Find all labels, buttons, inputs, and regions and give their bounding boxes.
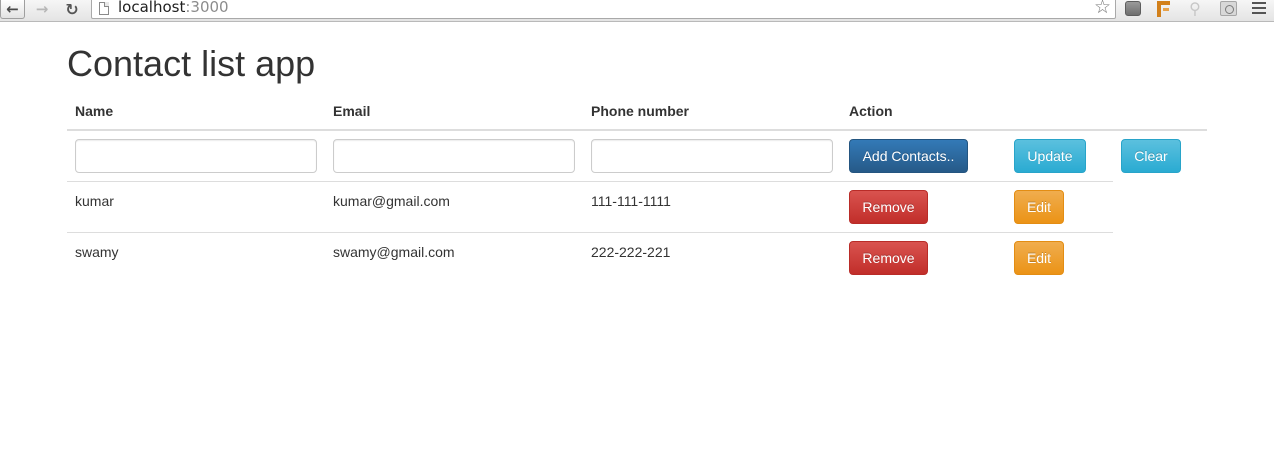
address-bar[interactable]: localhost:3000 ☆ [91,0,1116,19]
extension-button-3[interactable]: ⚲ [1185,0,1205,18]
page-title: Contact list app [67,43,316,84]
edit-button[interactable]: Edit [1014,190,1064,224]
back-button[interactable]: ← [0,0,25,19]
url-host: localhost [118,0,186,16]
reload-button[interactable]: ↻ [60,0,84,19]
table-row: kumar kumar@gmail.com 111-111-1111 Remov… [67,182,1113,233]
column-header-name: Name [75,103,114,119]
add-contact-button[interactable]: Add Contacts.. [849,139,968,173]
contact-phone: 222-222-221 [591,244,671,260]
clear-button[interactable]: Clear [1121,139,1181,173]
contact-phone: 111-111-1111 [591,193,671,209]
contact-email: swamy@gmail.com [333,244,455,260]
browser-toolbar: ← → ↻ localhost:3000 ☆ ⚲ [0,0,1274,22]
update-button[interactable]: Update [1014,139,1086,173]
email-input[interactable] [333,139,575,173]
back-arrow-icon: ← [6,0,19,18]
magnifier-icon: ⚲ [1189,0,1201,18]
extension-button-1[interactable] [1123,0,1143,17]
table-row: swamy swamy@gmail.com 222-222-221 Remove… [67,233,1113,284]
new-contact-row: Add Contacts.. Update Clear [67,131,1181,182]
extension-button-2[interactable] [1153,0,1173,17]
forward-arrow-icon: → [35,0,49,18]
column-header-action: Action [849,103,893,119]
forward-button[interactable]: → [29,0,55,18]
extension-icon [1219,1,1237,16]
contact-table: Name Email Phone number Action Add Conta… [67,96,1207,284]
contact-name: kumar [75,193,114,209]
url-text: localhost:3000 [118,0,229,17]
url-port: :3000 [185,0,229,16]
phone-input[interactable] [591,139,833,173]
remove-button[interactable]: Remove [849,241,928,275]
extension-icon [1125,1,1141,16]
extension-button-4[interactable] [1217,0,1239,17]
reload-icon: ↻ [65,0,79,19]
extension-icon [1156,0,1170,17]
column-header-email: Email [333,103,371,119]
star-icon[interactable]: ☆ [1094,0,1111,17]
contact-email: kumar@gmail.com [333,193,450,209]
contact-name: swamy [75,244,119,260]
page-icon [99,2,109,15]
column-header-phone: Phone number [591,103,690,119]
edit-button[interactable]: Edit [1014,241,1064,275]
hamburger-menu-icon[interactable] [1252,2,1266,17]
name-input[interactable] [75,139,317,173]
table-header: Name Email Phone number Action [67,96,1207,131]
remove-button[interactable]: Remove [849,190,928,224]
